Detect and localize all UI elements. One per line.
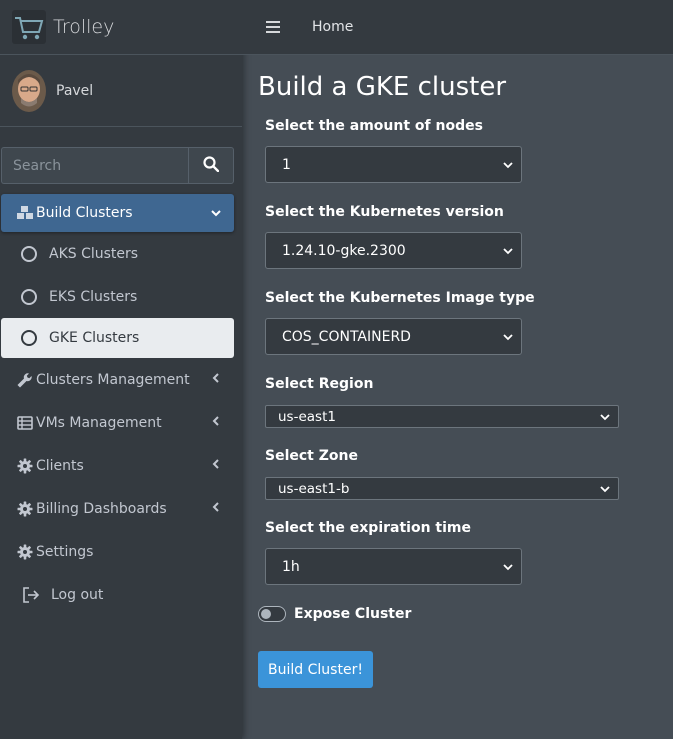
top-navbar: Home	[242, 0, 673, 55]
search-button[interactable]	[188, 147, 234, 184]
expose-cluster-label[interactable]: Expose Cluster	[294, 606, 411, 622]
nodes-label: Select the amount of nodes	[265, 118, 483, 134]
sidebar-item-label: Settings	[36, 543, 94, 560]
image-type-label: Select the Kubernetes Image type	[265, 290, 535, 306]
avatar	[12, 69, 46, 112]
select-value: COS_CONTAINERD	[282, 328, 411, 345]
sidebar-item-vms-management[interactable]: VMs Management	[0, 401, 242, 444]
wrench-icon	[15, 372, 35, 388]
chevron-down-icon	[503, 157, 513, 173]
image-type-select[interactable]: COS_CONTAINERD	[265, 318, 522, 355]
user-name: Pavel	[56, 82, 94, 99]
gear-icon	[15, 544, 35, 560]
version-select[interactable]: 1.24.10-gke.2300	[265, 232, 522, 269]
sidebar-item-label: EKS Clusters	[49, 288, 138, 305]
search-input[interactable]	[1, 147, 188, 184]
sidebar-item-label: AKS Clusters	[49, 245, 139, 262]
brand-name: Trolley	[53, 16, 115, 38]
sidebar-item-logout[interactable]: Log out	[0, 573, 242, 616]
gear-icon	[15, 458, 35, 474]
chevron-down-icon	[503, 329, 513, 345]
brand[interactable]: Trolley	[0, 0, 242, 55]
circle-icon	[21, 330, 37, 346]
sidebar-item-label: GKE Clusters	[49, 330, 140, 346]
sidebar-search	[1, 147, 234, 184]
sidebar-item-label: Build Clusters	[36, 205, 133, 221]
expiration-select[interactable]: 1h	[265, 548, 522, 585]
chevron-down-icon	[600, 481, 610, 497]
circle-icon	[21, 288, 37, 305]
chevron-down-icon	[600, 409, 610, 425]
sidebar: Trolley Pavel Search Build Clusters AKS …	[0, 0, 242, 739]
sidebar-item-gke-clusters[interactable]: GKE Clusters	[1, 318, 234, 358]
sidebar-item-label: Clusters Management	[36, 371, 190, 388]
select-value: us-east1-b	[278, 480, 350, 497]
user-panel[interactable]: Pavel	[0, 55, 242, 127]
logout-icon	[21, 586, 41, 603]
chevron-left-icon	[212, 371, 220, 387]
search-icon	[203, 156, 220, 175]
select-value: us-east1	[278, 408, 336, 425]
circle-icon	[21, 245, 37, 262]
sidebar-item-eks-clusters[interactable]: EKS Clusters	[0, 275, 242, 318]
expose-cluster-toggle[interactable]	[258, 606, 286, 622]
chevron-down-icon	[503, 243, 513, 259]
expose-cluster-row: Expose Cluster	[258, 606, 411, 622]
zone-select[interactable]: us-east1-b	[265, 477, 619, 500]
build-cluster-button[interactable]: Build Cluster!	[258, 651, 373, 688]
sidebar-item-label: Clients	[36, 457, 84, 474]
sidebar-item-aks-clusters[interactable]: AKS Clusters	[0, 232, 242, 275]
sidebar-item-billing-dashboards[interactable]: Billing Dashboards	[0, 487, 242, 530]
chevron-left-icon	[212, 500, 220, 516]
sidebar-item-label: VMs Management	[36, 414, 162, 431]
main-content: Build a GKE cluster Select the amount of…	[242, 55, 673, 739]
trolley-logo-icon	[11, 10, 47, 44]
sidebar-item-clusters-management[interactable]: Clusters Management	[0, 358, 242, 401]
region-label: Select Region	[265, 376, 374, 392]
select-value: 1.24.10-gke.2300	[282, 242, 406, 259]
select-value: 1	[282, 156, 291, 173]
page-title: Build a GKE cluster	[258, 72, 507, 102]
nodes-select[interactable]: 1	[265, 146, 522, 183]
chevron-down-icon	[503, 559, 513, 575]
sidebar-item-label: Log out	[51, 586, 104, 603]
server-list-icon	[15, 415, 35, 430]
chevron-down-icon	[211, 205, 221, 221]
sidebar-nav: Build Clusters AKS Clusters EKS Clusters…	[0, 192, 242, 616]
select-value: 1h	[282, 558, 300, 575]
sidebar-item-settings[interactable]: Settings	[0, 530, 242, 573]
cubes-icon	[15, 206, 35, 220]
chevron-left-icon	[212, 414, 220, 430]
chevron-left-icon	[212, 457, 220, 473]
gear-icon	[15, 501, 35, 517]
sidebar-item-clients[interactable]: Clients	[0, 444, 242, 487]
sidebar-item-label: Billing Dashboards	[36, 500, 167, 517]
version-label: Select the Kubernetes version	[265, 204, 504, 220]
sidebar-item-build-clusters[interactable]: Build Clusters	[1, 194, 234, 232]
hamburger-menu-icon[interactable]	[266, 21, 280, 33]
region-select[interactable]: us-east1	[265, 405, 619, 428]
home-link[interactable]: Home	[312, 19, 353, 35]
zone-label: Select Zone	[265, 448, 358, 464]
expiration-label: Select the expiration time	[265, 520, 471, 536]
toggle-knob	[261, 609, 271, 619]
